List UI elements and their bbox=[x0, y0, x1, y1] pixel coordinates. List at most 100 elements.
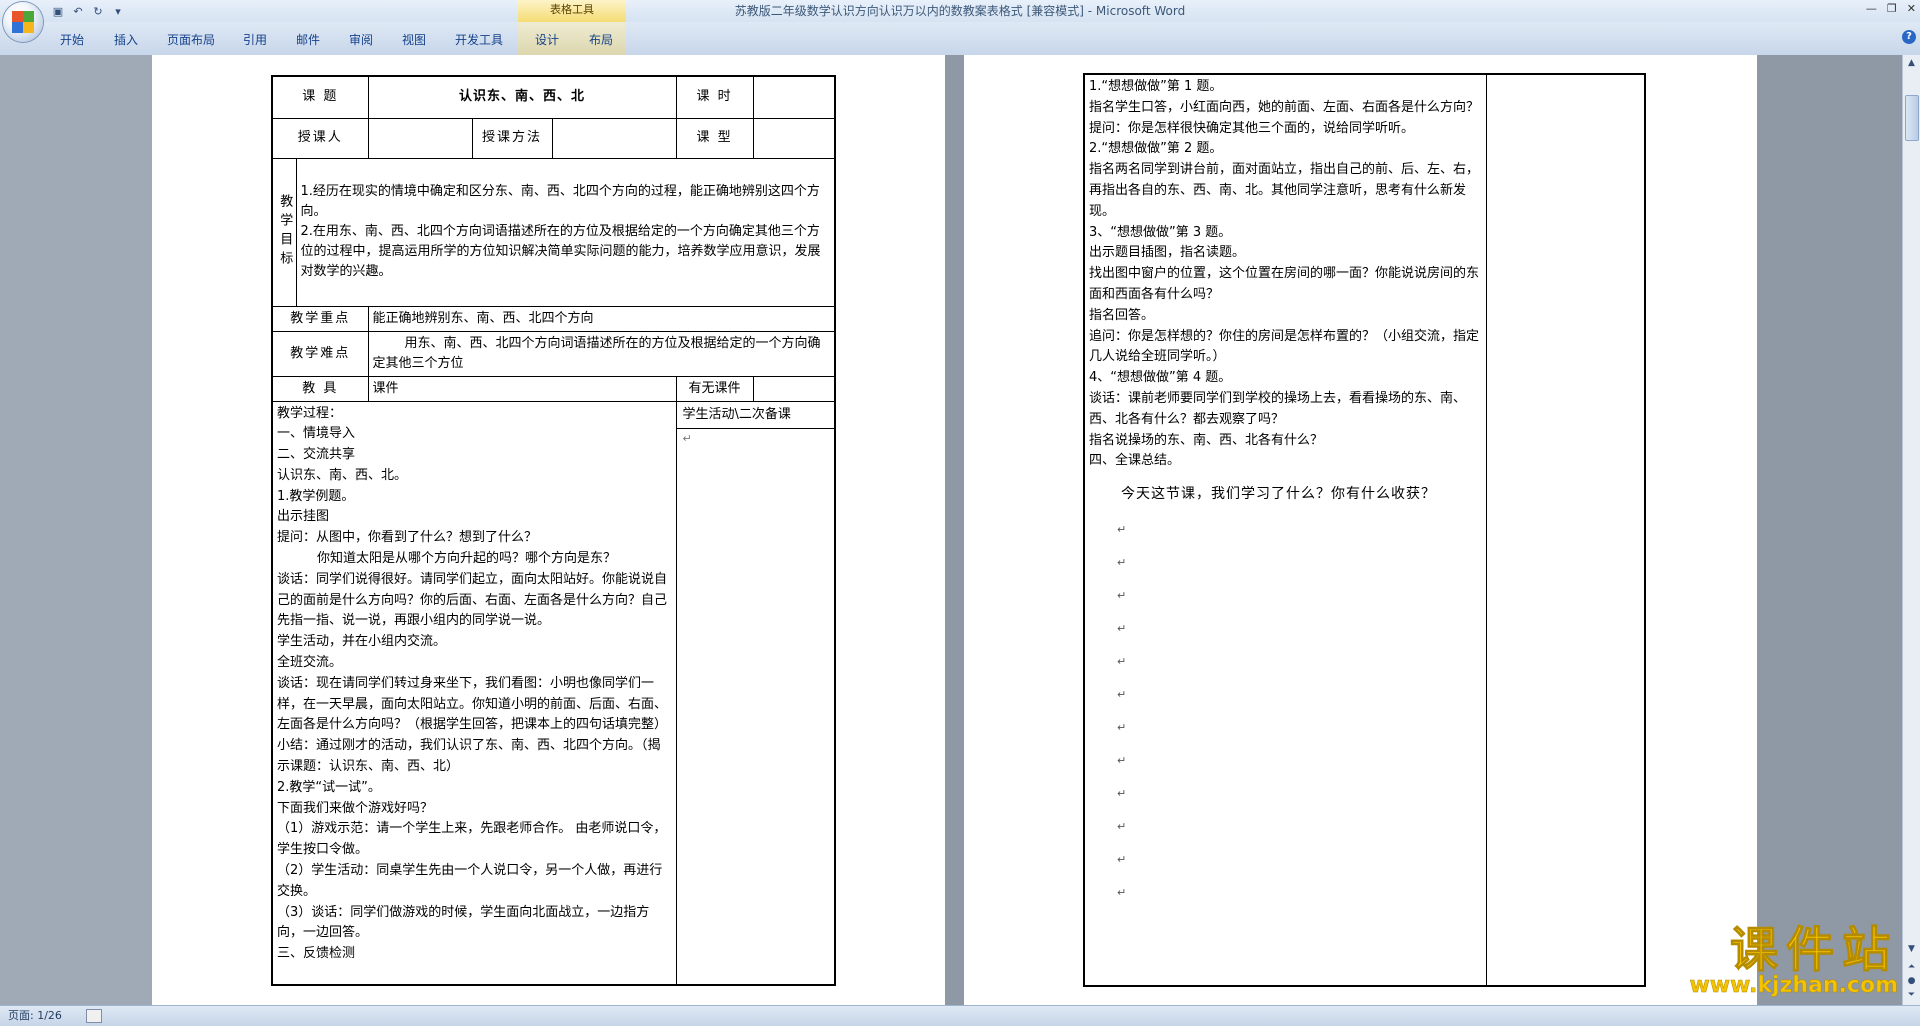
help-icon[interactable]: ? bbox=[1902, 30, 1916, 44]
process-line: 学生活动，并在小组内交流。 bbox=[277, 634, 447, 650]
paragraph-mark: ↵ bbox=[1117, 753, 1127, 767]
empty-paragraphs: ↵ ↵ ↵ ↵ ↵ ↵ ↵ ↵ ↵ ↵ ↵ ↵ bbox=[1089, 513, 1482, 909]
restore-button[interactable]: ❐ bbox=[1887, 2, 1897, 15]
goals-label: 教学目标 bbox=[271, 157, 297, 307]
method-value[interactable] bbox=[551, 117, 677, 159]
office-button[interactable] bbox=[3, 2, 43, 42]
teacher-label: 授课人 bbox=[271, 117, 369, 159]
title-bar: ▣ ↶ ↻ ▾ 表格工具 苏教版二年级数学认识方向认识万以内的数教案表格式 [兼… bbox=[0, 0, 1920, 42]
undo-icon[interactable]: ↶ bbox=[70, 3, 86, 19]
process-content[interactable]: 教学过程： 一、情境导入 二、交流共享 认识东、南、西、北。 1.教学例题。 出… bbox=[271, 400, 677, 986]
paragraph-mark: ↵ bbox=[1117, 654, 1127, 668]
table-row: 教学目标 1.经历在现实的情境中确定和区分东、南、西、北四个方向的过程，能正确地… bbox=[271, 157, 836, 307]
continuation-content[interactable]: 1.“想想做做”第 1 题。 指名学生口答，小红面向西，她的前面、左面、右面各是… bbox=[1083, 73, 1487, 987]
paragraph-mark: ↵ bbox=[1117, 588, 1127, 602]
content-line: 提问：你是怎样很快确定其他三个面的，说给同学听听。 bbox=[1089, 120, 1415, 136]
customize-qat-icon[interactable]: ▾ bbox=[110, 3, 126, 19]
side-column[interactable] bbox=[1485, 73, 1646, 987]
table-row: 教学难点 用东、南、西、北四个方向词语描述所在的方位及根据给定的一个方向确定其他… bbox=[271, 330, 836, 377]
content-line: 指名学生口答，小红面向西，她的前面、左面、右面各是什么方向？ bbox=[1089, 99, 1480, 115]
paragraph-mark: ↵ bbox=[1117, 819, 1127, 833]
type-value[interactable] bbox=[752, 117, 836, 159]
tab-developer[interactable]: 开发工具 bbox=[455, 30, 503, 50]
content-line: 1.“想想做做”第 1 题。 bbox=[1089, 79, 1223, 94]
teacher-value[interactable] bbox=[367, 117, 473, 159]
content-line: 3、“想想做做”第 3 题。 bbox=[1089, 224, 1232, 240]
document-workspace: 课 题 认识东、南、西、北 课 时 授课人 授课方法 课 型 教学目标 1.经历… bbox=[0, 55, 1903, 1005]
paragraph-mark: ↵ bbox=[1117, 687, 1127, 701]
paragraph-mark: ↵ bbox=[682, 431, 692, 445]
document-page-1: 课 题 认识东、南、西、北 课 时 授课人 授课方法 课 型 教学目标 1.经历… bbox=[152, 55, 945, 1005]
difficulty-text: 用东、南、西、北四个方向词语描述所在的方位及根据给定的一个方向确定其他三个方位 bbox=[372, 335, 821, 371]
content-line: 找出图中窗户的位置，这个位置在房间的哪一面？你能说说房间的东面和西面各有什么吗？ bbox=[1089, 266, 1480, 302]
hours-value[interactable] bbox=[752, 75, 836, 119]
summary-question: 今天这节课，我们学习了什么？你有什么收获？ bbox=[1121, 486, 1436, 503]
content-line: 指名两名同学到讲台前，面对面站立，指出自己的前、后、左、右，再指出各自的东、西、… bbox=[1089, 162, 1480, 219]
vertical-scrollbar[interactable]: ▲ ▼ ⏶ ● ⏷ bbox=[1902, 55, 1920, 1005]
type-label: 课 型 bbox=[675, 117, 754, 159]
table-tools-label: 表格工具 bbox=[518, 0, 626, 22]
process-line: 2.教学“试一试”。 bbox=[277, 779, 381, 795]
topic-value[interactable]: 认识东、南、西、北 bbox=[367, 75, 677, 119]
scroll-down-icon[interactable]: ▼ bbox=[1903, 941, 1920, 957]
process-line: （3）谈话：同学们做游戏的时候，学生面向北面战立，一边指方向，一边回答。 bbox=[277, 904, 650, 941]
tab-view[interactable]: 视图 bbox=[402, 30, 426, 50]
topic-label: 课 题 bbox=[271, 75, 369, 119]
process-line: 谈话：同学们说得很好。请同学们起立，面向太阳站好。你能说说自己的面前是什么方向吗… bbox=[277, 571, 668, 629]
window-controls: — ❐ ✕ bbox=[1866, 2, 1916, 15]
key-point-label: 教学重点 bbox=[271, 305, 369, 332]
process-line: 教学过程： bbox=[277, 405, 343, 421]
process-line: 你知道太阳是从哪个方向升起的吗？哪个方向是东？ bbox=[317, 551, 617, 567]
tab-insert[interactable]: 插入 bbox=[114, 30, 138, 50]
table-row: 授课人 授课方法 课 型 bbox=[271, 117, 836, 159]
goal-line-2: 2.在用东、南、西、北四个方向词语描述所在的方位及根据给定的一个方向确定其他三个… bbox=[300, 224, 821, 279]
content-line: 谈话：课前老师要同学们到学校的操场上去，看看操场的东、南、西、北各有什么？都去观… bbox=[1089, 390, 1467, 427]
table-row: 1.“想想做做”第 1 题。 指名学生口答，小红面向西，她的前面、左面、右面各是… bbox=[1083, 73, 1646, 987]
content-line: 4、“想想做做”第 4 题。 bbox=[1089, 370, 1232, 386]
process-line: 提问：从图中，你看到了什么？想到了什么？ bbox=[277, 530, 538, 546]
content-line: 指名回答。 bbox=[1089, 307, 1155, 323]
key-point-value[interactable]: 能正确地辨别东、南、西、北四个方向 bbox=[367, 305, 836, 332]
student-activity-column[interactable]: 学生活动\二次备课 ↵ bbox=[675, 400, 836, 986]
next-page-icon[interactable]: ⏷ bbox=[1903, 987, 1920, 1003]
redo-icon[interactable]: ↻ bbox=[90, 3, 106, 19]
paragraph-mark: ↵ bbox=[1117, 786, 1127, 800]
close-button[interactable]: ✕ bbox=[1907, 2, 1916, 15]
page-counter[interactable]: 页面: 1/26 bbox=[8, 1006, 62, 1026]
content-line: 2.“想想做做”第 2 题。 bbox=[1089, 141, 1223, 157]
paragraph-mark: ↵ bbox=[1117, 522, 1127, 536]
table-row: 课 题 认识东、南、西、北 课 时 bbox=[271, 75, 836, 119]
process-line: 谈话：现在请同学们转过身来坐下，我们看图：小明也像同学们一样，在一天早晨，面向太… bbox=[277, 675, 668, 733]
minimize-button[interactable]: — bbox=[1866, 2, 1877, 15]
tools-value[interactable]: 课件 bbox=[367, 375, 677, 402]
difficulty-value[interactable]: 用东、南、西、北四个方向词语描述所在的方位及根据给定的一个方向确定其他三个方位 bbox=[367, 330, 836, 377]
goals-content[interactable]: 1.经历在现实的情境中确定和区分东、南、西、北四个方向的过程，能正确地辨别这四个… bbox=[295, 157, 836, 307]
paragraph-mark: ↵ bbox=[1117, 621, 1127, 635]
document-page-2: 1.“想想做做”第 1 题。 指名学生口答，小红面向西，她的前面、左面、右面各是… bbox=[964, 55, 1757, 1005]
proofing-icon[interactable] bbox=[86, 1009, 102, 1023]
tab-design[interactable]: 设计 bbox=[535, 30, 559, 50]
tab-home[interactable]: 开始 bbox=[60, 30, 84, 50]
goal-line-1: 1.经历在现实的情境中确定和区分东、南、西、北四个方向的过程，能正确地辨别这四个… bbox=[300, 184, 820, 219]
hours-label: 课 时 bbox=[675, 75, 754, 119]
process-line: 小结：通过刚才的活动，我们认识了东、南、西、北四个方向。（揭示课题：认识东、南、… bbox=[277, 738, 661, 775]
paragraph-mark: ↵ bbox=[1117, 852, 1127, 866]
paragraph-mark: ↵ bbox=[1117, 885, 1127, 899]
courseware-value[interactable] bbox=[752, 375, 836, 402]
tab-references[interactable]: 引用 bbox=[243, 30, 267, 50]
office-logo-icon bbox=[12, 11, 34, 33]
process-line: 一、情境导入 bbox=[277, 426, 356, 442]
tab-page-layout[interactable]: 页面布局 bbox=[167, 30, 215, 50]
difficulty-label: 教学难点 bbox=[271, 330, 369, 377]
scrollbar-thumb[interactable] bbox=[1905, 95, 1919, 141]
save-icon[interactable]: ▣ bbox=[50, 3, 66, 19]
content-line: 指名说操场的东、南、西、北各有什么？ bbox=[1089, 432, 1324, 448]
tab-mailings[interactable]: 邮件 bbox=[296, 30, 320, 50]
tab-review[interactable]: 审阅 bbox=[349, 30, 373, 50]
process-line: 二、交流共享 bbox=[277, 447, 356, 463]
scroll-up-icon[interactable]: ▲ bbox=[1903, 55, 1920, 71]
page-gap bbox=[945, 55, 964, 1005]
tab-layout[interactable]: 布局 bbox=[589, 30, 613, 50]
process-line: 三、反馈检测 bbox=[277, 946, 356, 962]
process-line: 认识东、南、西、北。 bbox=[277, 467, 408, 483]
